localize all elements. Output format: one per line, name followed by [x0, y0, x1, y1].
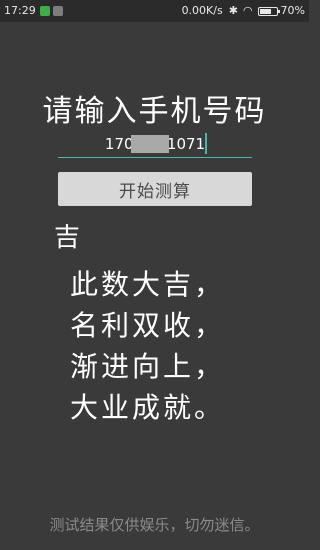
- battery-level-fill: [259, 8, 271, 14]
- network-speed: 0.00K/s: [181, 4, 223, 17]
- start-calculation-button[interactable]: 开始测算: [58, 172, 252, 206]
- text-cursor: [205, 133, 207, 154]
- poem-line: 此数大吉，: [70, 268, 226, 301]
- poem-line: 名利双收，: [70, 309, 226, 342]
- status-bar: 17:29 0.00K/s ✱ ◠ 70%: [0, 0, 309, 22]
- redacted-digits-block: [131, 135, 169, 153]
- status-bar-right: 0.00K/s ✱ ◠ 70%: [182, 0, 305, 22]
- poem-line: 大业成就。: [70, 391, 226, 424]
- disclaimer-text: 测试结果仅供娱乐，切勿迷信。: [49, 516, 260, 534]
- status-time: 17:29: [4, 4, 36, 17]
- status-bar-left: 17:29: [4, 0, 66, 22]
- wechat-notification-icon: [39, 6, 50, 16]
- page-title: 请输入手机号码: [42, 94, 267, 129]
- app-notification-icon: [52, 6, 63, 16]
- poem-line: 渐进向上，: [70, 350, 226, 383]
- battery-icon: [257, 6, 280, 16]
- bluetooth-icon: ✱: [228, 4, 238, 17]
- fortune-poem: 此数大吉， 名利双收， 渐进向上， 大业成就。: [70, 264, 225, 428]
- battery-percent: 70%: [280, 4, 305, 17]
- wifi-icon: ◠: [242, 4, 253, 17]
- fortune-verdict: 吉: [54, 223, 81, 253]
